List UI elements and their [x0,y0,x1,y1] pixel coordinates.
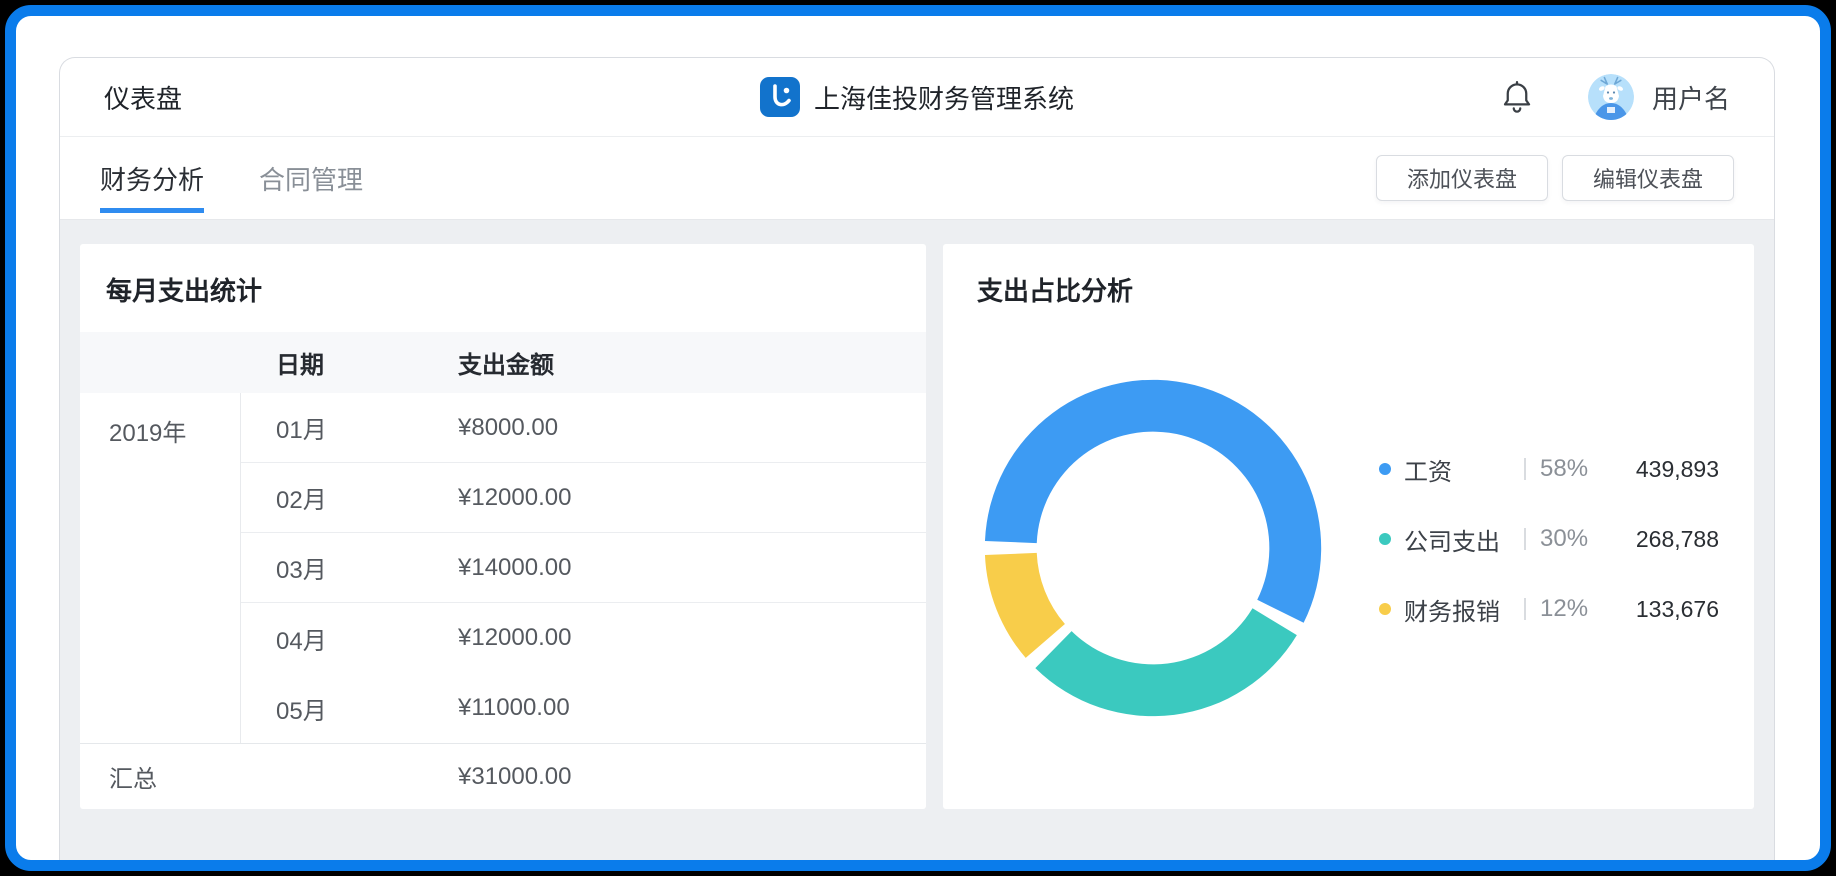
column-header-amount: 支出金额 [458,345,554,380]
summary-amount: ¥31000.00 [458,763,571,791]
table-body: 2019年 01月 ¥8000.00 02月 ¥12000.00 03月 ¥14 [80,393,926,743]
cell-month: 05月 [276,691,458,726]
summary-label: 汇总 [109,759,458,794]
legend-divider [1524,528,1526,550]
brand: 上海佳投财务管理系统 [760,77,1074,117]
window-frame: 仪表盘 上海佳投财务管理系统 [5,5,1831,871]
legend-percent: 12% [1540,595,1610,623]
cell-month: 02月 [276,480,458,515]
legend-dot [1379,533,1391,545]
legend-divider [1524,598,1526,620]
legend-item-salary[interactable]: 工资 58% 439,893 [1379,447,1719,491]
table-header: 日期 支出金额 [80,332,926,394]
legend-label: 工资 [1404,452,1524,487]
legend-dot [1379,463,1391,475]
cell-amount: ¥12000.00 [458,624,571,652]
cell-amount: ¥8000.00 [458,414,558,442]
content-area: 每月支出统计 日期 支出金额 2019年 01月 ¥8000.00 02月 [60,219,1774,860]
legend-dot [1379,603,1391,615]
tab-financial-analysis[interactable]: 财务分析 [100,137,204,219]
year-cell: 2019年 [80,393,241,743]
cell-amount: ¥12000.00 [458,484,571,512]
donut-chart[interactable] [977,372,1329,724]
header: 仪表盘 上海佳投财务管理系统 [60,58,1774,137]
app-window: 仪表盘 上海佳投财务管理系统 [59,57,1775,860]
header-right: 用户名 [1500,74,1730,120]
table-row: 05月 ¥11000.00 [241,673,926,743]
tab-contract-management[interactable]: 合同管理 [259,137,363,219]
legend-item-finance-reimbursement[interactable]: 财务报销 12% 133,676 [1379,587,1719,631]
table-rows: 01月 ¥8000.00 02月 ¥12000.00 03月 ¥14000.00 [241,393,926,743]
app-name: 上海佳投财务管理系统 [814,79,1074,116]
column-header-date: 日期 [276,345,458,380]
table-row: 04月 ¥12000.00 [241,603,926,673]
monthly-expense-card: 每月支出统计 日期 支出金额 2019年 01月 ¥8000.00 02月 [80,244,926,809]
table-row: 01月 ¥8000.00 [241,393,926,463]
tab-label: 财务分析 [100,160,204,197]
dashboard-actions: 添加仪表盘 编辑仪表盘 [1376,155,1734,201]
tabs: 财务分析 合同管理 [100,137,363,219]
table-row: 03月 ¥14000.00 [241,533,926,603]
card-title: 每月支出统计 [80,244,926,332]
cell-month: 03月 [276,550,458,585]
edit-dashboard-button[interactable]: 编辑仪表盘 [1562,155,1734,201]
legend-item-company-expense[interactable]: 公司支出 30% 268,788 [1379,517,1719,561]
legend-divider [1524,458,1526,480]
cell-month: 01月 [276,410,458,445]
cell-amount: ¥11000.00 [458,694,570,722]
summary-row: 汇总 ¥31000.00 [80,743,926,809]
legend-percent: 58% [1540,455,1610,483]
page-title: 仪表盘 [104,79,182,116]
table-row: 02月 ¥12000.00 [241,463,926,533]
tab-label: 合同管理 [259,160,363,197]
legend-label: 公司支出 [1404,522,1524,557]
legend-value: 439,893 [1636,456,1719,483]
chart-legend: 工资 58% 439,893 公司支出 30% 268,788 [1379,447,1719,631]
legend-value: 133,676 [1636,596,1719,623]
add-dashboard-button[interactable]: 添加仪表盘 [1376,155,1548,201]
avatar[interactable] [1588,74,1634,120]
legend-label: 财务报销 [1404,592,1524,627]
card-title: 支出占比分析 [943,244,1754,308]
expense-ratio-card: 支出占比分析 工资 58% 439,893 公司支出 30% [943,244,1754,809]
username[interactable]: 用户名 [1652,79,1730,116]
legend-percent: 30% [1540,525,1610,553]
cell-amount: ¥14000.00 [458,554,571,582]
app-logo-icon [760,77,800,117]
legend-value: 268,788 [1636,526,1719,553]
tab-bar: 财务分析 合同管理 添加仪表盘 编辑仪表盘 [60,137,1774,219]
cell-month: 04月 [276,621,458,656]
notification-bell-icon[interactable] [1500,79,1534,115]
